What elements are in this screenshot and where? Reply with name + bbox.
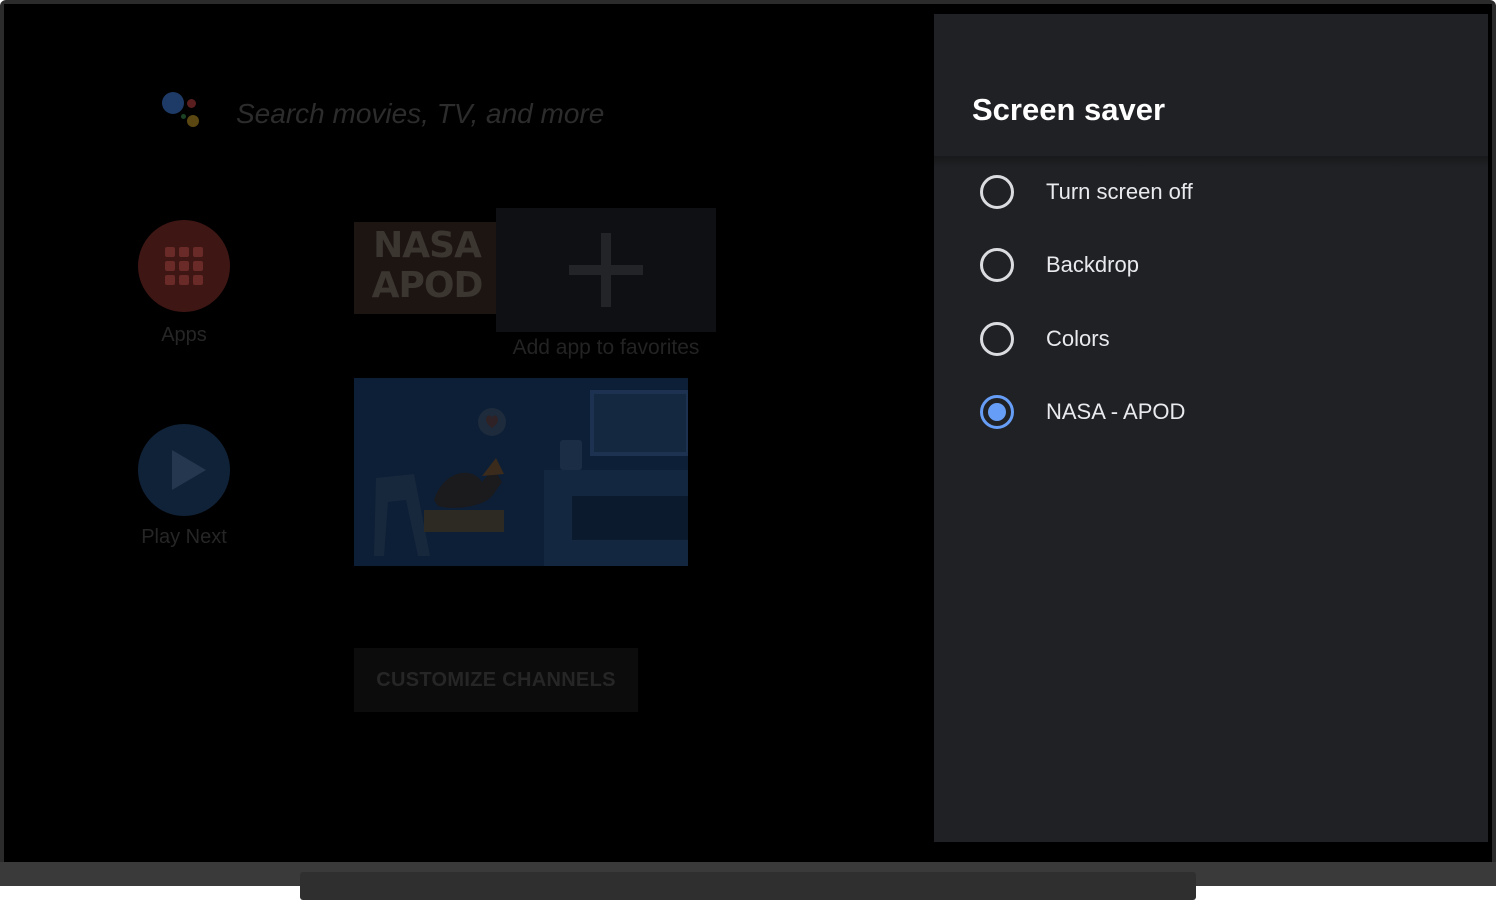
google-assistant-icon[interactable] bbox=[159, 89, 209, 139]
nasa-apod-app-tile[interactable]: NASA APOD bbox=[354, 222, 500, 314]
option-colors[interactable]: Colors bbox=[980, 311, 1460, 367]
option-label: NASA - APOD bbox=[1046, 399, 1186, 424]
apps-grid-icon bbox=[165, 247, 203, 285]
option-nasa-apod[interactable]: NASA - APOD bbox=[980, 384, 1460, 440]
search-placeholder[interactable]: Search movies, TV, and more bbox=[236, 98, 604, 130]
channel-illustration[interactable] bbox=[354, 378, 688, 566]
nasa-tile-text: NASA APOD bbox=[371, 225, 484, 306]
radio-button-selected[interactable] bbox=[980, 395, 1014, 429]
radio-button[interactable] bbox=[980, 175, 1014, 209]
tv-stand bbox=[300, 872, 1196, 900]
option-backdrop[interactable]: Backdrop bbox=[980, 237, 1460, 293]
add-app-tile[interactable] bbox=[496, 208, 716, 332]
plus-icon bbox=[569, 233, 643, 307]
radio-button[interactable] bbox=[980, 322, 1014, 356]
option-label: Colors bbox=[1046, 326, 1110, 351]
panel-header bbox=[934, 14, 1488, 162]
play-next-label: Play Next bbox=[141, 526, 227, 548]
apps-button[interactable] bbox=[138, 220, 230, 312]
radio-button[interactable] bbox=[980, 248, 1014, 282]
customize-channels-button[interactable]: CUSTOMIZE CHANNELS bbox=[354, 648, 638, 712]
tv-screen: Search movies, TV, and more Apps Play Ne… bbox=[4, 4, 1492, 862]
screen-saver-panel: Screen saver Turn screen off Backdrop Co… bbox=[934, 14, 1488, 842]
dimmed-home-screen: Search movies, TV, and more Apps Play Ne… bbox=[4, 4, 934, 862]
option-label: Turn screen off bbox=[1046, 179, 1193, 204]
apps-label: Apps bbox=[161, 324, 207, 346]
option-turn-screen-off[interactable]: Turn screen off bbox=[980, 164, 1460, 220]
play-next-button[interactable] bbox=[138, 424, 230, 516]
add-favorites-label: Add app to favorites bbox=[512, 336, 700, 359]
dog-living-room-illustration bbox=[354, 378, 688, 566]
option-label: Backdrop bbox=[1046, 252, 1139, 277]
panel-title: Screen saver bbox=[972, 92, 1166, 127]
